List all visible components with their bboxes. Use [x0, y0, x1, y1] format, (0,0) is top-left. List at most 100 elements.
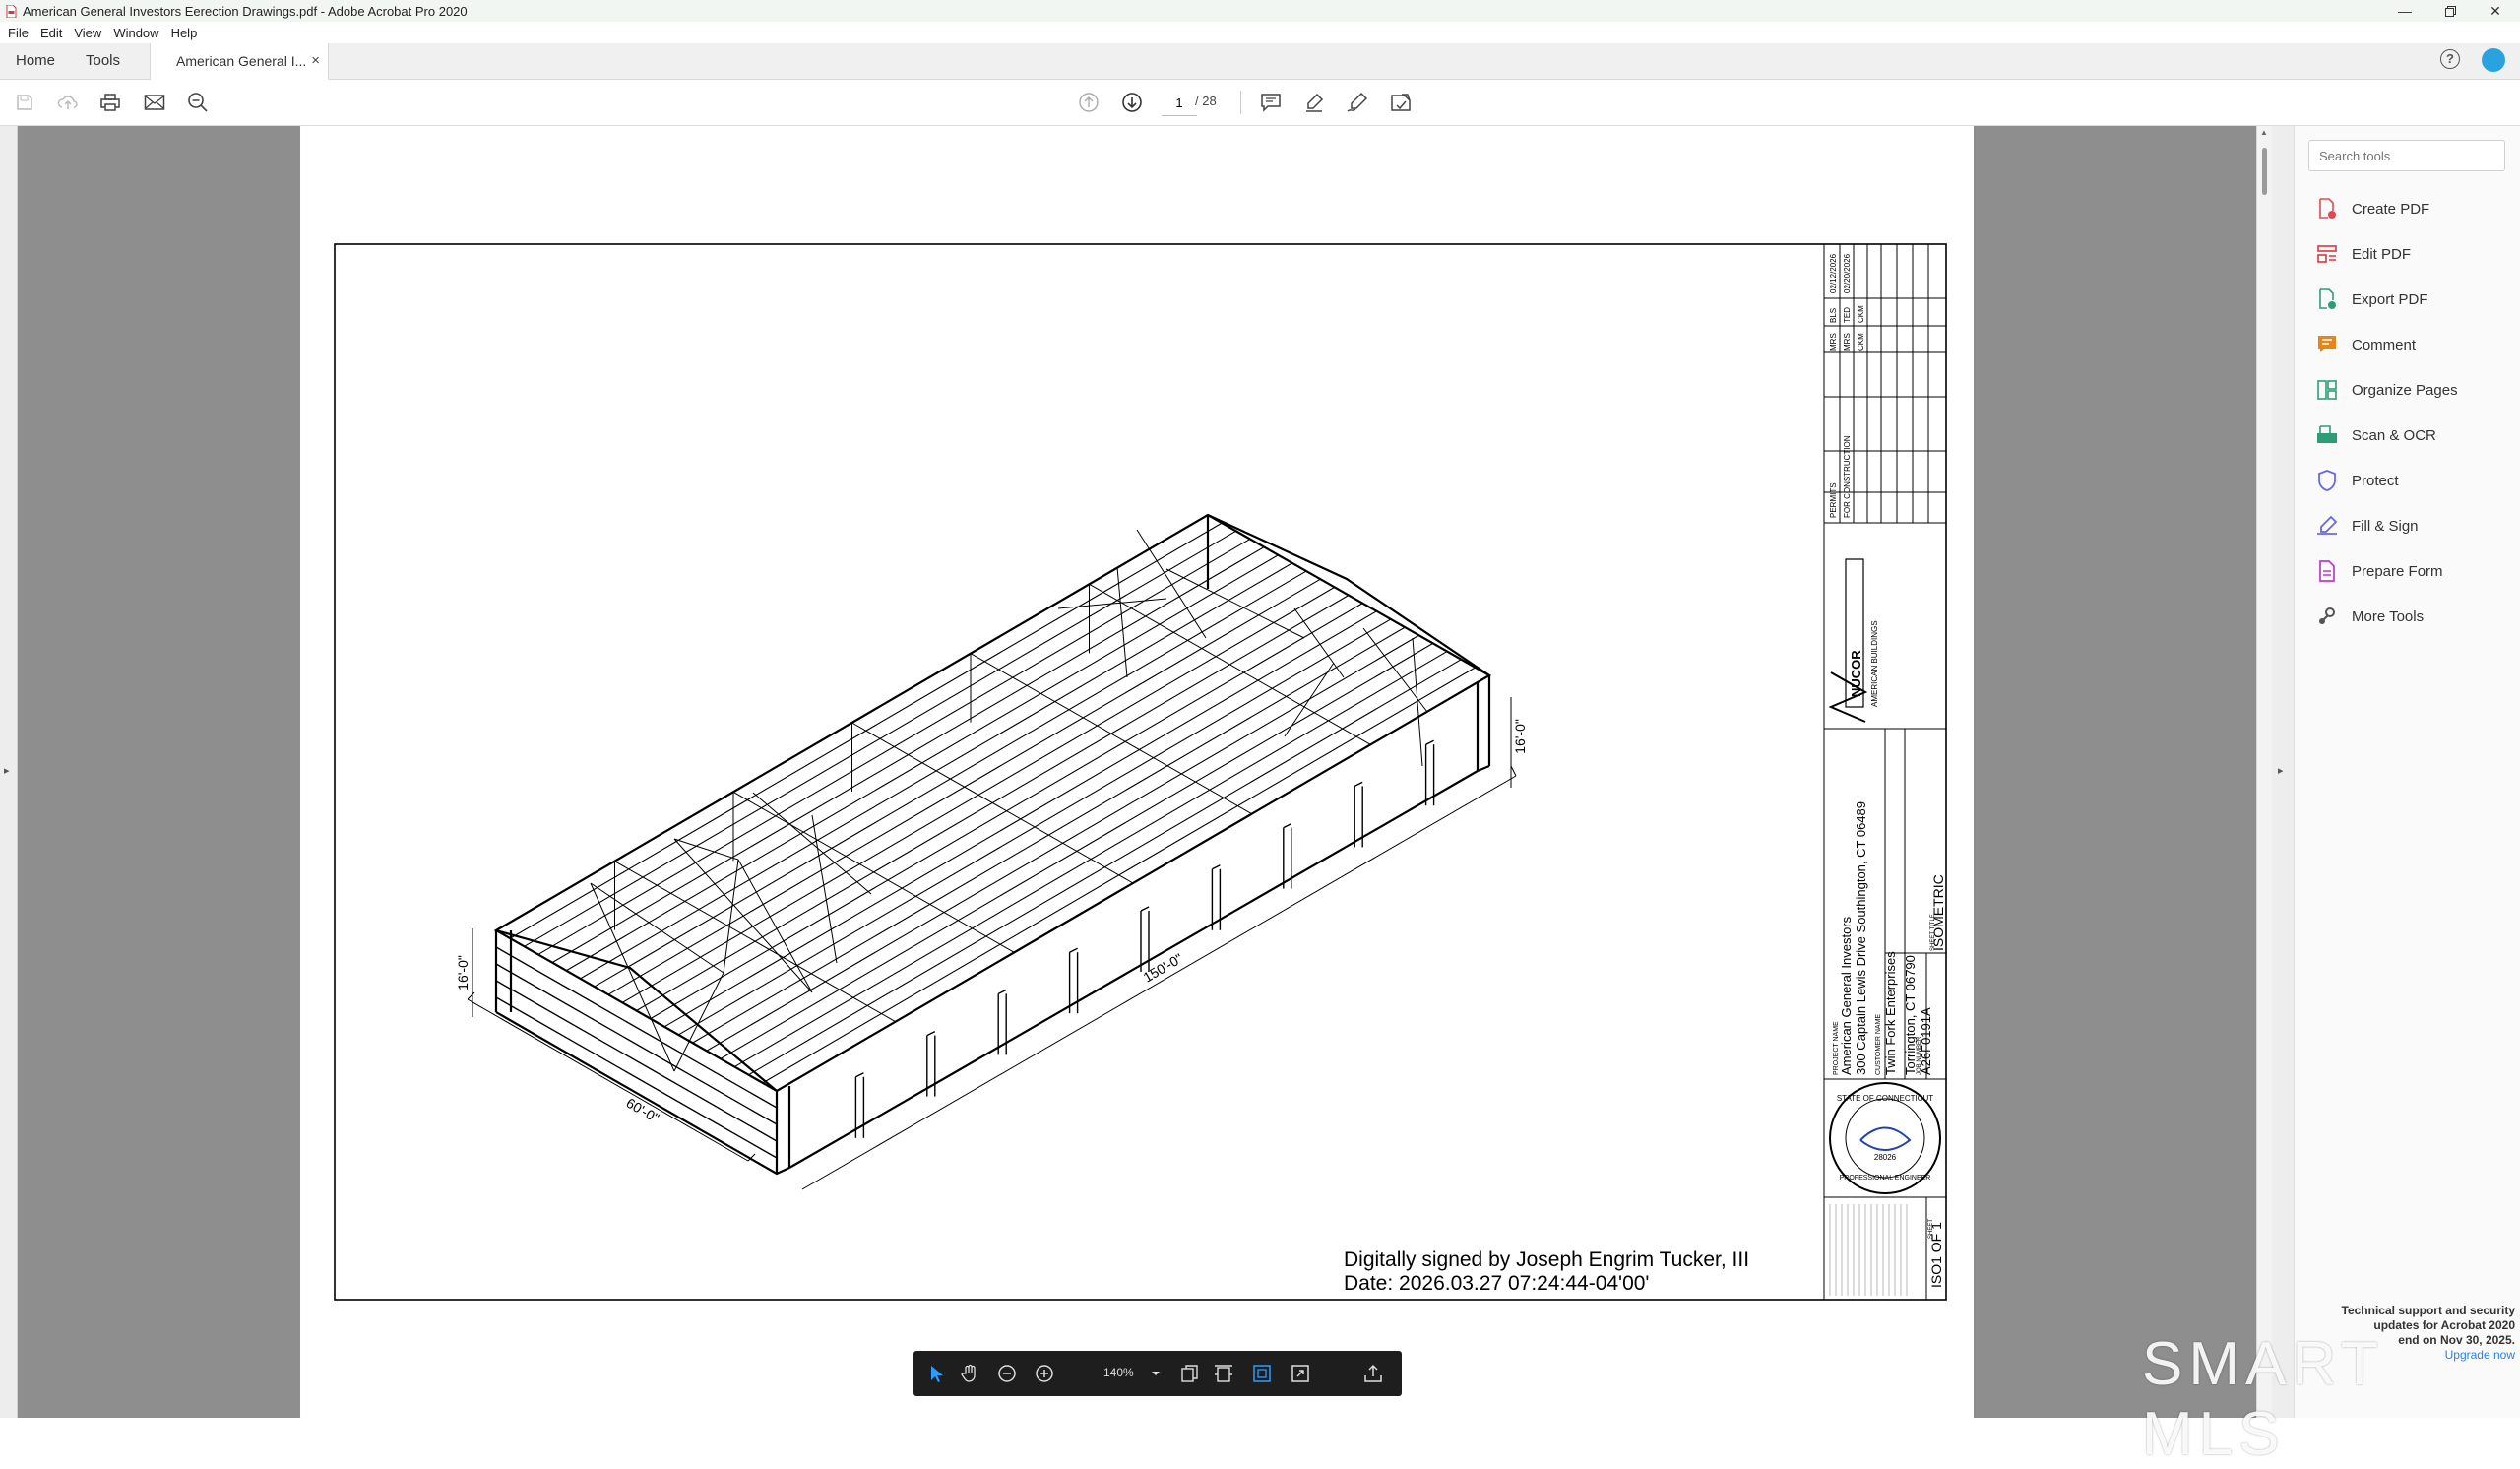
sheet-number: ISO1 OF 1 [1928, 1222, 1944, 1288]
building-isometric [467, 513, 1517, 1190]
project-info: PROJECT NAME American General Investors … [1833, 801, 1946, 1075]
column-cap [1354, 781, 1363, 788]
floating-toolbar: 140% [914, 1351, 1402, 1396]
page-view-icon[interactable] [1177, 1361, 1203, 1386]
fine-print [1829, 1204, 1908, 1296]
pdf-page[interactable]: 60'-0" 150'-0" 16'-0" 16'-0" Digitally s… [300, 126, 1974, 1418]
edit-pdf-icon [2316, 243, 2338, 265]
tool-label: Protect [2352, 472, 2399, 489]
menu-file[interactable]: File [8, 26, 29, 40]
scroll-up-icon[interactable]: ▲ [2260, 128, 2268, 137]
tab-tools[interactable]: Tools [86, 43, 120, 79]
protect-icon [2316, 470, 2338, 491]
profile-icon[interactable] [2482, 48, 2505, 72]
watermark: SMART MLS [2142, 1330, 2383, 1468]
menu-window[interactable]: Window [113, 26, 158, 40]
tool-label: Fill & Sign [2352, 517, 2419, 535]
fit-width-icon[interactable] [1211, 1361, 1236, 1386]
minimize-icon[interactable]: — [2382, 0, 2427, 22]
fit-page-icon[interactable] [1249, 1361, 1275, 1386]
sign-icon[interactable] [1344, 89, 1371, 116]
help-icon[interactable]: ? [2440, 49, 2460, 69]
create-pdf-icon [2316, 198, 2338, 220]
upload-icon[interactable] [54, 89, 82, 116]
column-cap [997, 989, 1007, 995]
comment-icon [2316, 334, 2338, 355]
zoom-dropdown-icon[interactable] [1143, 1361, 1168, 1386]
customer-label: CUSTOMER NAME [1875, 1014, 1882, 1075]
collapse-right-icon[interactable]: ▸ [2278, 764, 2284, 777]
fill-sign-icon [2316, 515, 2338, 537]
comment-icon[interactable] [1257, 89, 1285, 116]
next-page-icon[interactable] [1118, 89, 1146, 116]
tool-more-tools[interactable]: More Tools [2316, 603, 2424, 630]
menu-help[interactable]: Help [171, 26, 198, 40]
tab-document[interactable]: American General I... × [150, 43, 329, 80]
search-tools-input[interactable] [2308, 140, 2505, 171]
rigid-frame-rafter [614, 861, 896, 1023]
rev-app-2: CKM [1857, 305, 1865, 323]
tool-prepare-form[interactable]: Prepare Form [2316, 557, 2443, 585]
tool-label: Prepare Form [2352, 562, 2443, 580]
main-frame [493, 513, 1492, 1176]
tool-fill-sign[interactable]: Fill & Sign [2316, 512, 2419, 540]
tab-bar: Home Tools American General I... × [0, 43, 2520, 80]
sheet-border [334, 243, 1947, 1301]
zoom-in-icon[interactable] [1032, 1361, 1057, 1386]
rev-date-2: 02/20/2026 [1843, 253, 1852, 293]
rev-by-1: MRS [1829, 333, 1838, 351]
dim-eave-left: 16'-0" [455, 955, 471, 990]
hand-icon[interactable] [957, 1361, 982, 1386]
vertical-scrollbar[interactable]: ▲ [2256, 126, 2273, 1418]
tool-comment[interactable]: Comment [2316, 331, 2416, 358]
notice-heading: Technical support and security [2341, 1304, 2515, 1317]
rev-chk-1: BLS [1829, 308, 1838, 323]
close-icon[interactable]: ✕ [2473, 0, 2518, 22]
rigid-frame-rafter [851, 722, 1134, 884]
expand-left-icon[interactable]: ▸ [4, 764, 10, 777]
tools-pane: Create PDF Edit PDF Export PDF Comment O… [2294, 126, 2520, 1418]
tool-export-pdf[interactable]: Export PDF [2316, 286, 2428, 313]
tool-protect[interactable]: Protect [2316, 467, 2399, 494]
tab-close-icon[interactable]: × [311, 43, 320, 79]
tool-organize-pages[interactable]: Organize Pages [2316, 376, 2458, 404]
zoom-out-icon[interactable] [994, 1361, 1020, 1386]
tool-label: More Tools [2352, 607, 2425, 625]
left-panel-toggle[interactable]: ▸ [0, 126, 18, 1418]
save-icon[interactable] [11, 89, 38, 116]
share-icon[interactable] [1360, 1361, 1386, 1386]
tool-scan-ocr[interactable]: Scan & OCR [2316, 421, 2436, 449]
column-cap [926, 1030, 936, 1037]
tool-edit-pdf[interactable]: Edit PDF [2316, 240, 2411, 268]
page-number-input[interactable] [1162, 90, 1197, 116]
seal-top: STATE OF CONNECTICUT [1837, 1094, 1933, 1103]
dim-eave-right: 16'-0" [1512, 719, 1528, 754]
main-toolbar [0, 80, 2520, 126]
rev-desc-2: FOR CONSTRUCTION [1843, 435, 1852, 518]
signature-line-1: Digitally signed by Joseph Engrim Tucker… [1344, 1248, 1749, 1271]
menu-view[interactable]: View [74, 26, 101, 40]
scrollbar-thumb[interactable] [2262, 148, 2267, 195]
title-bar: American General Investors Eerection Dra… [0, 0, 2520, 22]
prev-page-icon[interactable] [1075, 89, 1102, 116]
signature-line-2: Date: 2026.03.27 07:24:44-04'00' [1344, 1272, 1649, 1295]
tool-label: Scan & OCR [2352, 426, 2436, 444]
drawing-sheet: 60'-0" 150'-0" 16'-0" 16'-0" Digitally s… [334, 243, 1947, 1301]
stamp-icon[interactable] [1387, 89, 1415, 116]
email-icon[interactable] [141, 89, 168, 116]
right-panel-toggle[interactable]: ▸ [2272, 126, 2294, 1418]
title-block [1823, 244, 1946, 1300]
rigid-frame-rafter [732, 791, 1015, 953]
tool-label: Comment [2352, 336, 2417, 353]
highlight-icon[interactable] [1300, 89, 1328, 116]
menu-edit[interactable]: Edit [40, 26, 62, 40]
zoom-level[interactable]: 140% [1103, 1366, 1134, 1379]
page-total: / 28 [1195, 94, 1217, 108]
zoom-out-search-icon[interactable] [184, 89, 212, 116]
restore-icon[interactable] [2427, 0, 2473, 22]
tool-create-pdf[interactable]: Create PDF [2316, 195, 2429, 223]
tab-home[interactable]: Home [16, 43, 55, 79]
print-icon[interactable] [96, 89, 124, 116]
select-arrow-icon[interactable] [923, 1361, 949, 1386]
full-screen-icon[interactable] [1288, 1361, 1313, 1386]
